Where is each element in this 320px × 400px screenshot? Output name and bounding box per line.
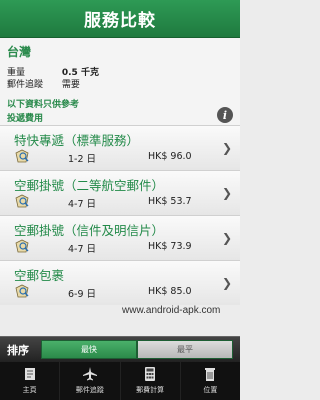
- service-item-air-parcel[interactable]: 空郵包裹 6-9 日 HK$ 85.0 ❯: [0, 260, 240, 305]
- service-price: HK$ 96.0: [148, 151, 192, 162]
- watermark-text: www.android-apk.com: [122, 305, 221, 316]
- delivery-days: 4-7 日: [68, 244, 97, 255]
- service-list: 特快專遞（標準服務） 1-2 日 HK$ 96.0 ❯ 空郵掛號（二等航空郵件）…: [0, 125, 240, 305]
- tab-label: 位置: [203, 386, 218, 394]
- service-item-airmail-letters[interactable]: 空郵掛號（信件及明信片） 4-7 日 HK$ 73.9 ❯: [0, 215, 240, 260]
- delivery-days: 1-2 日: [68, 154, 97, 165]
- fee-heading: 投遞費用: [7, 114, 44, 124]
- service-name: 空郵掛號（信件及明信片）: [14, 223, 165, 238]
- chevron-right-icon: ❯: [221, 231, 232, 245]
- mailbag-icon: [15, 149, 29, 163]
- delivery-days: 4-7 日: [68, 199, 97, 210]
- tab-calculator[interactable]: 郵費計算: [121, 362, 181, 400]
- calculator-icon: [145, 367, 156, 381]
- service-name: 空郵掛號（二等航空郵件）: [14, 178, 165, 193]
- tracking-label: 郵件追蹤: [7, 80, 44, 90]
- tracking-row: 郵件追蹤 需要: [7, 77, 80, 90]
- service-price: HK$ 73.9: [148, 241, 192, 252]
- mailbag-icon: [15, 239, 29, 253]
- destination-label: 台灣: [7, 45, 32, 59]
- tab-home[interactable]: 主頁: [0, 362, 61, 400]
- sort-label: 排序: [7, 344, 29, 357]
- service-price: HK$ 85.0: [148, 286, 192, 297]
- chevron-right-icon: ❯: [221, 276, 232, 290]
- mailbag-icon: [15, 194, 29, 208]
- tab-tracking[interactable]: 郵件追蹤: [60, 362, 121, 400]
- sort-fastest-button[interactable]: 最快: [41, 340, 137, 359]
- service-price: HK$ 53.7: [148, 196, 192, 207]
- service-item-airmail-second[interactable]: 空郵掛號（二等航空郵件） 4-7 日 HK$ 53.7 ❯: [0, 170, 240, 215]
- tracking-value: 需要: [61, 80, 80, 90]
- title-bar: 服務比較: [0, 0, 240, 38]
- info-icon[interactable]: i: [217, 107, 233, 123]
- tab-label: 主頁: [22, 386, 37, 394]
- chevron-right-icon: ❯: [221, 186, 232, 200]
- home-icon: [24, 368, 35, 380]
- tab-label: 郵件追蹤: [75, 386, 104, 394]
- service-name: 空郵包裹: [14, 268, 65, 283]
- sort-bar: 排序 最快 最平: [0, 336, 240, 362]
- reference-note: 以下資料只供參考: [7, 100, 80, 110]
- service-item-express[interactable]: 特快專遞（標準服務） 1-2 日 HK$ 96.0 ❯: [0, 125, 240, 170]
- chevron-right-icon: ❯: [221, 141, 232, 155]
- query-summary: 台灣 重量 0.5 千克 郵件追蹤 需要 以下資料只供參考 投遞費用 i: [0, 38, 240, 125]
- mailbag-icon: [15, 284, 29, 298]
- bottom-tab-bar: 主頁 郵件追蹤 郵費計算 位置: [0, 362, 240, 400]
- trash-location-icon: [205, 368, 216, 381]
- plane-icon: [82, 367, 97, 381]
- delivery-days: 6-9 日: [68, 289, 97, 300]
- tab-location[interactable]: 位置: [181, 362, 240, 400]
- page-title: 服務比較: [84, 11, 156, 31]
- sort-cheapest-button[interactable]: 最平: [137, 340, 233, 359]
- tab-label: 郵費計算: [136, 386, 165, 394]
- service-name: 特快專遞（標準服務）: [14, 133, 140, 148]
